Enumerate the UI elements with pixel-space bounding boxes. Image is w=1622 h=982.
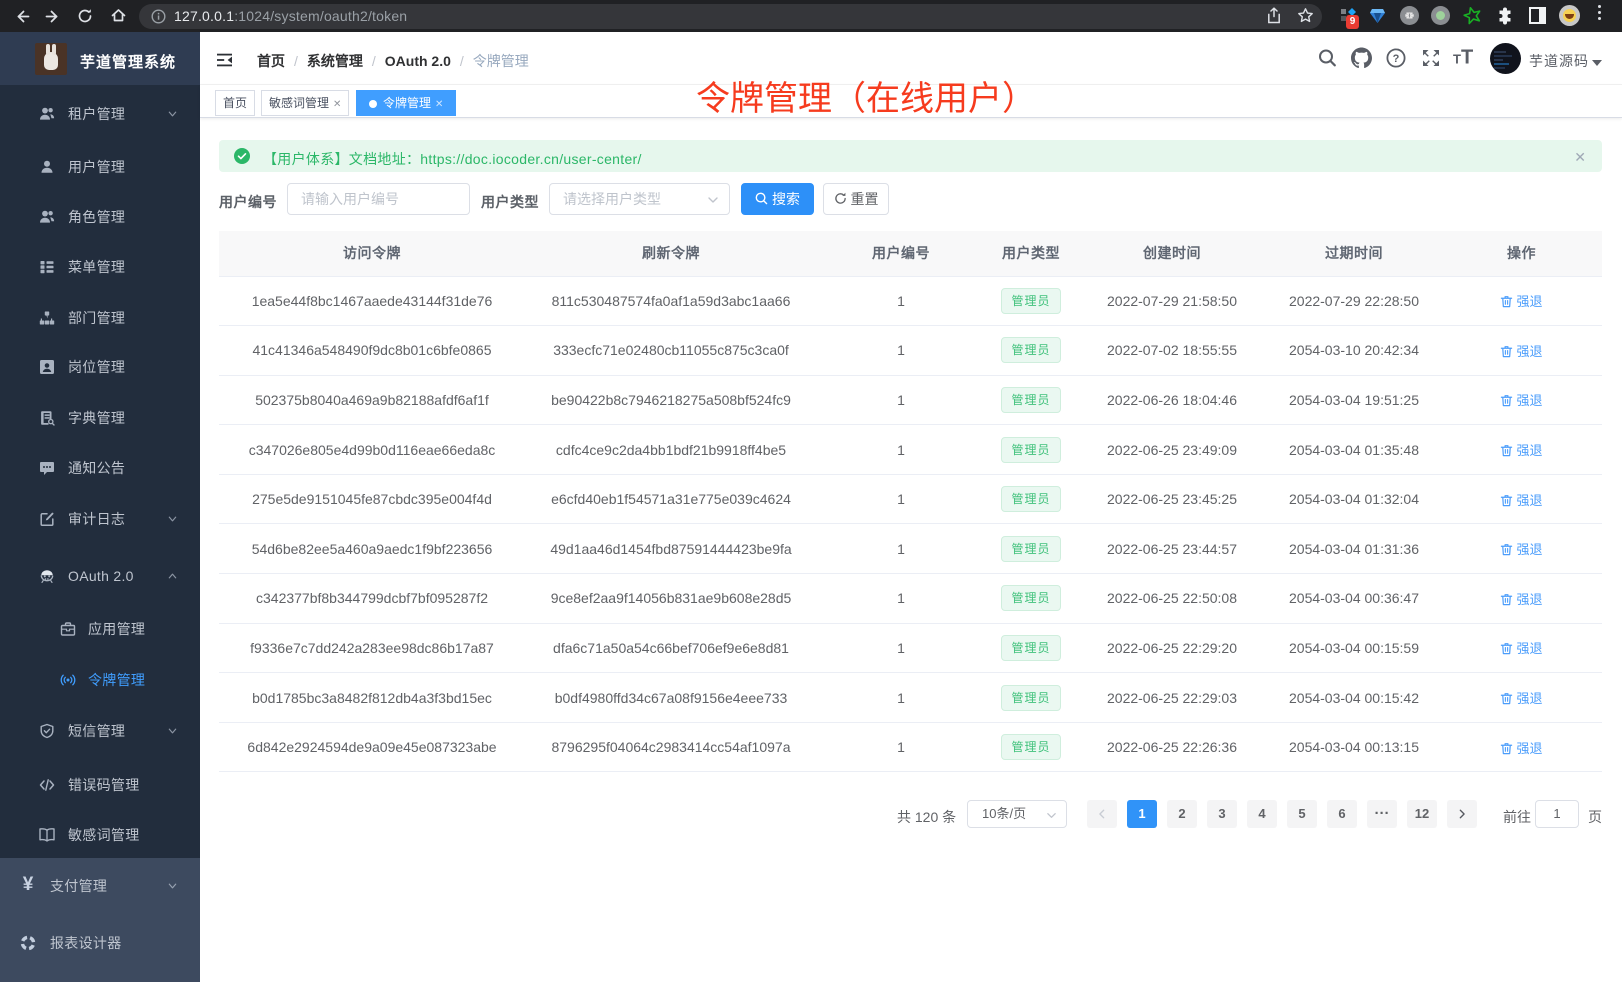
- svg-text:?: ?: [1393, 53, 1400, 65]
